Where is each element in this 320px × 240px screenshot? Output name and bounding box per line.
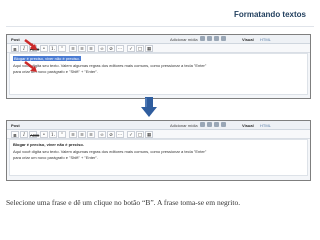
media-icons [200, 122, 226, 127]
editor-content[interactable]: Blogar é preciso, viver não é preciso. A… [9, 139, 308, 176]
editor-after: Post Adicionar mídia Visual HTML B I ABC… [6, 120, 311, 181]
fullscreen-button[interactable]: □ [136, 44, 144, 52]
editor-titlebar: Post Adicionar mídia Visual HTML [7, 35, 310, 44]
bold-button[interactable]: B [11, 130, 19, 138]
image-icon[interactable] [200, 36, 205, 41]
more-button[interactable]: ⋯ [116, 44, 124, 52]
body-line-1: Aqui você digita seu texto. Valem alguma… [13, 63, 207, 68]
editor-titlebar: Post Adicionar mídia Visual HTML [7, 121, 310, 130]
spellcheck-button[interactable]: ✓ [127, 130, 135, 138]
numbered-list-button[interactable]: 1. [49, 44, 57, 52]
kitchen-sink-button[interactable]: ▦ [145, 130, 153, 138]
italic-button[interactable]: I [20, 130, 28, 138]
tab-html[interactable]: HTML [260, 37, 271, 42]
video-icon[interactable] [207, 36, 212, 41]
quote-button[interactable]: “ [58, 44, 66, 52]
bullet-list-button[interactable]: • [40, 130, 48, 138]
more-button[interactable]: ⋯ [116, 130, 124, 138]
instruction-caption: Selecione uma frase e dê um clique no bo… [6, 198, 241, 207]
align-center-button[interactable]: ≡ [78, 130, 86, 138]
spellcheck-button[interactable]: ✓ [127, 44, 135, 52]
body-line-2: para criar um novo parágrafo e "Shift" +… [13, 155, 98, 160]
strikethrough-button[interactable]: ABC [29, 130, 39, 138]
format-toolbar: B I ABC • 1. “ ≡ ≡ ≡ ∞ ⊘ ⋯ ✓ □ ▦ [7, 44, 310, 53]
link-button[interactable]: ∞ [98, 130, 106, 138]
media-icon[interactable] [221, 122, 226, 127]
editor-title: Post [11, 122, 20, 128]
quote-button[interactable]: “ [58, 130, 66, 138]
numbered-list-button[interactable]: 1. [49, 130, 57, 138]
kitchen-sink-button[interactable]: ▦ [145, 44, 153, 52]
fullscreen-button[interactable]: □ [136, 130, 144, 138]
video-icon[interactable] [207, 122, 212, 127]
red-arrow-icon [24, 61, 37, 72]
media-icons [200, 36, 226, 41]
editor-content[interactable]: Blogar é preciso, viver não é preciso. A… [9, 53, 308, 95]
red-arrow-icon [24, 39, 37, 50]
tab-visual[interactable]: Visual [242, 37, 254, 42]
editor-before: Post Adicionar mídia Visual HTML B I ABC… [6, 34, 311, 99]
unlink-button[interactable]: ⊘ [107, 44, 115, 52]
bold-sentence: Blogar é preciso, viver não é preciso. [13, 142, 84, 147]
arrow-down-icon [141, 97, 157, 117]
bold-button[interactable]: B [11, 44, 19, 52]
title-divider [6, 26, 314, 27]
music-icon[interactable] [214, 122, 219, 127]
slide-title: Formatando textos [233, 10, 306, 19]
align-left-button[interactable]: ≡ [69, 130, 77, 138]
music-icon[interactable] [214, 36, 219, 41]
link-button[interactable]: ∞ [98, 44, 106, 52]
align-right-button[interactable]: ≡ [87, 130, 95, 138]
unlink-button[interactable]: ⊘ [107, 130, 115, 138]
media-icon[interactable] [221, 36, 226, 41]
tab-html[interactable]: HTML [260, 123, 271, 128]
editor-title: Post [11, 36, 20, 42]
tab-visual[interactable]: Visual [242, 123, 254, 128]
format-toolbar: B I ABC • 1. “ ≡ ≡ ≡ ∞ ⊘ ⋯ ✓ □ ▦ [7, 130, 310, 139]
add-media-link[interactable]: Adicionar mídia [170, 123, 198, 128]
add-media-link[interactable]: Adicionar mídia [170, 37, 198, 42]
body-line-1: Aqui você digita seu texto. Valem alguma… [13, 149, 207, 154]
align-center-button[interactable]: ≡ [78, 44, 86, 52]
bullet-list-button[interactable]: • [40, 44, 48, 52]
align-left-button[interactable]: ≡ [69, 44, 77, 52]
image-icon[interactable] [200, 122, 205, 127]
align-right-button[interactable]: ≡ [87, 44, 95, 52]
